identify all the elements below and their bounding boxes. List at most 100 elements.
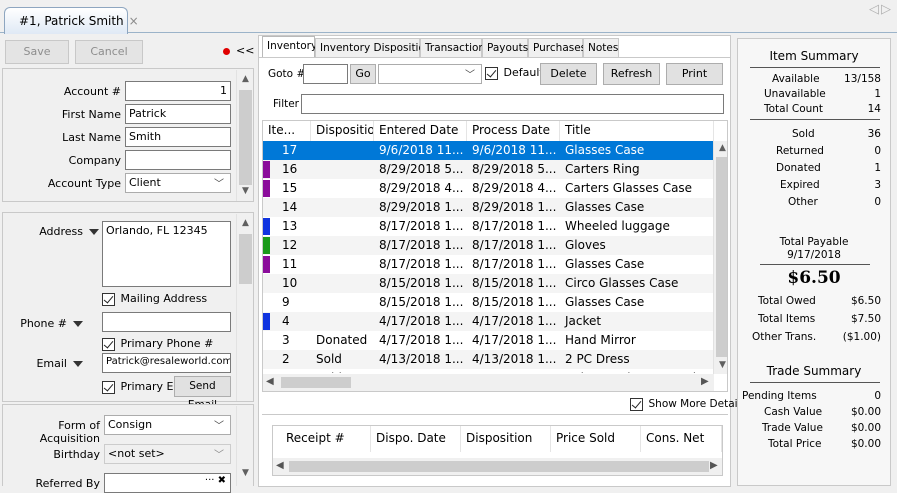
disposition-cell <box>311 141 374 160</box>
send-email-button[interactable]: Send Email <box>174 376 231 411</box>
disposition-cell: Sold <box>316 352 342 366</box>
first-name-field[interactable]: Patrick <box>125 104 231 124</box>
available-label: Available <box>772 73 820 85</box>
collapse-panel-button[interactable]: << <box>236 44 254 57</box>
filter-field[interactable] <box>301 94 724 114</box>
go-button[interactable]: Go <box>350 64 376 84</box>
entered-date-cell: 8/29/2018 1... <box>379 200 464 214</box>
table-row[interactable]: 14 8/29/2018 1... 8/29/2018 1... Glasses Ca… <box>263 198 714 217</box>
scroll-up-icon[interactable]: ▲ <box>714 143 727 157</box>
referred-by-lookup-clear-icon[interactable]: ··· ✖ <box>205 475 226 486</box>
account-number-field[interactable]: 1 <box>125 81 231 101</box>
table-row[interactable]: 13 8/17/2018 1... 8/17/2018 1... Wheeled lu… <box>263 217 714 236</box>
scroll-thumb[interactable] <box>239 234 252 284</box>
show-more-detail-checkbox[interactable]: Show More Detail <box>630 397 740 411</box>
form-of-acquisition-select[interactable]: Consign ﹀ <box>104 415 231 435</box>
scroll-thumb[interactable] <box>716 157 727 357</box>
address-field[interactable]: Orlando, FL 12345 <box>102 221 231 287</box>
inventory-grid-hscrollbar[interactable]: ◀ ▶ <box>263 374 714 391</box>
refresh-button[interactable]: Refresh <box>603 63 660 85</box>
scroll-left-icon[interactable]: ◀ <box>276 460 284 471</box>
phone-type-dropdown-icon[interactable] <box>73 321 83 327</box>
phone-field[interactable] <box>102 312 231 332</box>
table-row[interactable]: 17 9/6/2018 11... 9/6/2018 11... Glasses Ca… <box>263 141 714 160</box>
address-type-dropdown-icon[interactable] <box>89 229 99 235</box>
tab-transactions[interactable]: Transactions <box>420 38 491 58</box>
scroll-thumb[interactable] <box>281 377 351 388</box>
tab-payouts[interactable]: Payouts <box>482 38 528 58</box>
cancel-button[interactable]: Cancel <box>75 40 143 64</box>
total-payable-date: 9/17/2018 <box>787 249 841 261</box>
tab-inventory[interactable]: Inventory <box>262 36 317 58</box>
contact-panel-scrollbar[interactable]: ▲ <box>236 214 253 401</box>
email-type-dropdown-icon[interactable] <box>73 361 83 367</box>
document-tab-patrick-smith[interactable]: #1, Patrick Smith × <box>4 7 139 34</box>
table-row[interactable]: 2 Sold 4/13/2018 1... 4/13/2018 1... 2 PC Dr… <box>263 350 714 369</box>
account-number-label: Account # <box>63 85 121 98</box>
receipts-hscrollbar[interactable]: ◀ ▶ <box>273 458 722 475</box>
form-of-acquisition-value: Consign <box>108 418 153 431</box>
column-header-disposition[interactable]: Disposition <box>461 426 551 452</box>
disposition-cell <box>311 312 374 331</box>
tab-purchases[interactable]: Purchases <box>528 38 586 58</box>
expired-value: 3 <box>874 179 881 191</box>
scroll-up-icon[interactable]: ▲ <box>237 218 254 232</box>
scroll-thumb[interactable] <box>239 90 252 185</box>
close-tab-icon[interactable]: × <box>129 14 139 28</box>
scroll-right-icon[interactable]: ▶ <box>701 376 709 387</box>
table-row[interactable]: 3 Donated 4/17/2018 1... 4/17/2018 1... Hand… <box>263 331 714 350</box>
scroll-down-icon[interactable]: ▼ <box>714 360 727 374</box>
tab-scroll-arrows-icon[interactable]: ◁▷ <box>869 2 893 17</box>
tab-inventory-disposition[interactable]: Inventory Disposition <box>315 38 432 58</box>
account-type-select[interactable]: Client ﹀ <box>125 173 231 193</box>
birthday-select[interactable]: <not set> ﹀ <box>104 444 231 464</box>
inventory-grid-vscrollbar[interactable]: ▲ ▼ <box>713 141 727 374</box>
item-cell: 3 <box>282 333 290 347</box>
column-header-entered-date[interactable]: Entered Date <box>374 121 467 141</box>
column-header-receipt[interactable]: Receipt # <box>281 426 371 452</box>
referred-by-field[interactable]: ··· ✖ <box>104 473 231 493</box>
item-cell: 4 <box>282 314 290 328</box>
entered-date-cell: 9/6/2018 11... <box>379 143 464 157</box>
column-header-process-date[interactable]: Process Date <box>467 121 560 141</box>
save-button[interactable]: Save <box>5 40 69 64</box>
column-header-price-sold[interactable]: Price Sold <box>551 426 641 452</box>
email-field[interactable]: Patrick@resaleworld.com <box>102 353 231 373</box>
default-checkbox[interactable]: Default <box>485 66 544 80</box>
column-header-cons-net[interactable]: Cons. Net <box>641 426 722 452</box>
print-button[interactable]: Print <box>666 63 723 85</box>
scroll-right-icon[interactable]: ▶ <box>710 460 718 471</box>
scroll-left-icon[interactable]: ◀ <box>266 376 274 387</box>
scroll-down-icon[interactable]: ▼ <box>237 186 254 200</box>
mailing-address-checkbox[interactable]: Mailing Address <box>102 292 207 306</box>
table-row[interactable]: 9 8/15/2018 1... 8/15/2018 1... Glasses Cas… <box>263 293 714 312</box>
scroll-down-icon[interactable]: ▼ <box>237 468 254 482</box>
table-row[interactable]: 15 8/29/2018 4... 8/29/2018 4... Carters Gl… <box>263 179 714 198</box>
account-panel-scrollbar[interactable]: ▲ ▼ <box>236 70 253 201</box>
table-row[interactable]: 16 8/29/2018 5... 8/29/2018 5... Carters Ri… <box>263 160 714 179</box>
primary-phone-checkbox[interactable]: Primary Phone # <box>102 337 213 351</box>
title-cell: Carters Glasses Case <box>565 181 693 195</box>
table-row[interactable]: 1Sold4/13/2018 1...4/13/2018 1...Baby He… <box>263 369 714 373</box>
checkbox-checked-icon <box>102 292 115 306</box>
goto-field[interactable] <box>303 64 348 84</box>
column-header-disposition[interactable]: Disposition <box>311 121 374 141</box>
table-row[interactable]: 4 4/17/2018 1... 4/17/2018 1... Jacket <box>263 312 714 331</box>
title-cell: Wheeled luggage <box>565 219 670 233</box>
acquisition-panel-scrollbar[interactable]: ▼ <box>236 406 253 486</box>
table-row[interactable]: 12 8/17/2018 1... 8/17/2018 1... Gloves <box>263 236 714 255</box>
table-row[interactable]: 10 8/15/2018 1... 8/15/2018 1... Circo Glas… <box>263 274 714 293</box>
column-header-title[interactable]: Title <box>560 121 714 141</box>
total-owed-label: Total Owed <box>758 295 816 307</box>
tab-notes[interactable]: Notes <box>583 38 619 58</box>
inventory-view-select[interactable]: ﹀ <box>378 64 482 84</box>
entered-date-cell: 8/15/2018 1... <box>379 295 464 309</box>
delete-button[interactable]: Delete <box>540 63 597 85</box>
company-field[interactable] <box>125 150 231 170</box>
column-header-item[interactable]: Ite... <box>263 121 311 141</box>
table-row[interactable]: 11 8/17/2018 1... 8/17/2018 1... Glasses Ca… <box>263 255 714 274</box>
last-name-field[interactable]: Smith <box>125 127 231 147</box>
column-header-dispo-date[interactable]: Dispo. Date <box>371 426 461 452</box>
scroll-thumb[interactable] <box>289 461 709 472</box>
scroll-up-icon[interactable]: ▲ <box>237 74 254 88</box>
